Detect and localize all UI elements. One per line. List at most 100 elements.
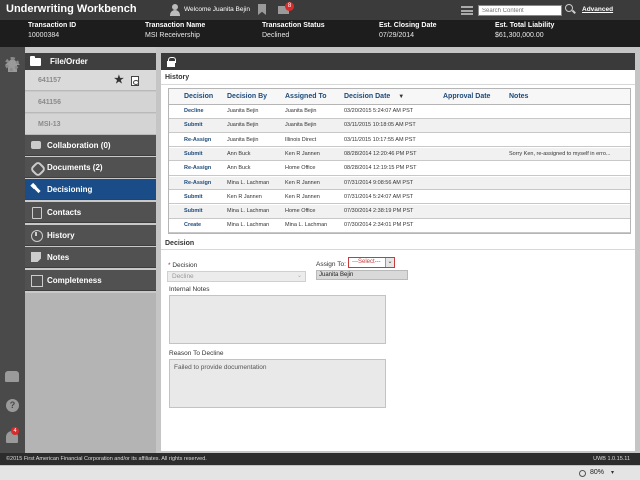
- sidebar: File/Order 641157 ★ 641156 MSI-13 Collab…: [25, 47, 156, 453]
- sidebar-empty-area: [25, 293, 156, 453]
- cell-assigned-to: Juanita Bejin: [285, 122, 317, 129]
- sidebar-item-notes[interactable]: Notes: [25, 247, 156, 268]
- folder-icon: [30, 55, 41, 66]
- decision-title: Decision: [165, 240, 195, 247]
- history-title: History: [165, 74, 190, 81]
- column-header-decision-by[interactable]: Decision By: [227, 89, 267, 105]
- bookmark-icon[interactable]: [258, 4, 266, 15]
- transaction-status: Transaction Status Declined: [262, 22, 325, 39]
- top-bar: Underwriting Workbench Welcome Juanita B…: [0, 0, 640, 20]
- transaction-id-label: Transaction ID: [28, 22, 77, 29]
- sidebar-item-label: Collaboration (0): [47, 140, 111, 150]
- cell-decision: Submit: [184, 122, 203, 129]
- table-row[interactable]: Decline Juanita Bejin Juanita Bejin 03/20/2…: [169, 105, 630, 119]
- divider: [161, 84, 635, 85]
- order-item[interactable]: MSI-13: [25, 114, 156, 135]
- cell-decision-date: 08/28/2014 12:20:46 PM PST: [344, 150, 417, 157]
- footer: ©2015 First American Financial Corporati…: [0, 453, 640, 465]
- icon-strip: ? 4: [0, 47, 25, 453]
- phone-icon[interactable]: [5, 371, 19, 382]
- total-liability-label: Est. Total Liability: [495, 22, 555, 29]
- order-number: 641156: [38, 99, 61, 106]
- decision-label-text: Decision: [172, 262, 198, 269]
- column-header-assigned-to[interactable]: Assigned To: [285, 89, 326, 105]
- advanced-search-link[interactable]: Advanced: [582, 6, 613, 13]
- transaction-status-label: Transaction Status: [262, 22, 325, 29]
- chevron-down-icon: ⌄: [296, 273, 302, 279]
- internal-notes-label: Internal Notes: [169, 286, 210, 293]
- table-row[interactable]: Re-Assign Juanita Bejin Illinois Direct 03/…: [169, 134, 630, 148]
- cell-assigned-to: Ken R Jannen: [285, 179, 320, 186]
- column-header-decision-date[interactable]: Decision Date ▼: [344, 89, 404, 105]
- cell-decision: Re-Assign: [184, 179, 212, 186]
- sidebar-item-completeness[interactable]: Completeness: [25, 270, 156, 291]
- help-icon[interactable]: ?: [6, 399, 19, 412]
- sidebar-item-label: Notes: [47, 252, 70, 262]
- clock-icon: [31, 230, 43, 242]
- reason-to-decline-label: Reason To Decline: [169, 350, 224, 357]
- sidebar-item-collaboration[interactable]: Collaboration (0): [25, 135, 156, 156]
- closing-date-value: 07/29/2014: [379, 32, 415, 39]
- internal-notes-field[interactable]: [169, 295, 386, 344]
- table-row[interactable]: Submit Mina L. Lachman Home Office 07/30/20…: [169, 205, 630, 219]
- table-row[interactable]: Submit Ann Buck Ken R Jannen 08/28/2014 12:…: [169, 147, 630, 162]
- cell-decision-by: Ken R Jannen: [227, 193, 262, 200]
- table-row[interactable]: Re-Assign Ann Buck Home Office 08/28/2014 1…: [169, 162, 630, 176]
- version-text: UWB 1.0.15.11: [593, 456, 630, 462]
- order-item[interactable]: 641156: [25, 92, 156, 113]
- column-header-notes[interactable]: Notes: [509, 89, 528, 105]
- cell-assigned-to: Home Office: [285, 208, 316, 215]
- total-liability: Est. Total Liability $61,300,000.00: [495, 22, 554, 39]
- decision-select[interactable]: Decline ⌄: [167, 271, 306, 282]
- menu-grid-icon[interactable]: [461, 6, 473, 15]
- search-icon[interactable]: [565, 4, 573, 12]
- cell-decision-by: Ann Buck: [227, 150, 251, 157]
- mail-count-badge: 8: [285, 2, 294, 11]
- file-order-label: File/Order: [50, 57, 88, 66]
- table-row[interactable]: Submit Juanita Bejin Juanita Bejin 03/11/20…: [169, 119, 630, 133]
- search-input[interactable]: [478, 5, 562, 16]
- zoom-level[interactable]: 80%: [590, 469, 604, 476]
- document-icon[interactable]: [131, 76, 139, 86]
- decision-field-label: * Decision: [168, 262, 197, 269]
- cell-decision-by: Juanita Bejin: [227, 136, 259, 143]
- table-row[interactable]: Submit Ken R Jannen Ken R Jannen 07/31/2014…: [169, 191, 630, 205]
- unlock-icon[interactable]: [167, 57, 176, 67]
- sidebar-item-documents[interactable]: Documents (2): [25, 157, 156, 178]
- zoom-icon[interactable]: [579, 470, 586, 477]
- order-item[interactable]: 641157 ★: [25, 70, 156, 91]
- browser-status-bar: 80% ▾: [0, 465, 640, 480]
- file-order-header[interactable]: File/Order: [25, 53, 156, 70]
- table-row[interactable]: Re-Assign Mina L. Lachman Ken R Jannen 07/3…: [169, 176, 630, 191]
- total-liability-value: $61,300,000.00: [495, 32, 544, 39]
- cell-decision-date: 03/11/2015 10:17:55 AM PST: [344, 136, 416, 143]
- cell-decision-by: Mina L. Lachman: [227, 222, 270, 229]
- app-title: Underwriting Workbench: [6, 3, 137, 15]
- contacts-icon: [31, 207, 42, 219]
- cell-notes: Sorry Ken, re-assigned to myself in erro…: [509, 150, 611, 157]
- chevron-down-icon[interactable]: ▾: [611, 469, 614, 476]
- reason-to-decline-field[interactable]: Failed to provide documentation: [169, 359, 386, 408]
- cell-decision: Create: [184, 222, 202, 229]
- order-number: MSI-13: [38, 121, 61, 128]
- assign-to-select[interactable]: ---Select--- ⌄: [348, 257, 395, 268]
- settings-gear-icon[interactable]: [5, 57, 19, 71]
- chevron-down-icon: ⌄: [385, 258, 394, 267]
- column-header-approval-date[interactable]: Approval Date: [443, 89, 490, 105]
- user-icon[interactable]: [170, 4, 180, 16]
- sidebar-item-history[interactable]: History: [25, 225, 156, 246]
- star-icon[interactable]: ★: [114, 70, 124, 91]
- column-header-decision[interactable]: Decision: [184, 89, 213, 105]
- table-row[interactable]: Create Mina L. Lachman Mina L. Lachman 07/3…: [169, 219, 630, 233]
- sidebar-item-decisioning[interactable]: Decisioning: [25, 179, 156, 200]
- sidebar-item-label: History: [47, 230, 75, 240]
- sidebar-item-label: Documents (2): [47, 162, 103, 172]
- transaction-id: Transaction ID 10000384: [28, 22, 76, 39]
- transaction-name: Transaction Name MSI Receivership: [145, 22, 205, 39]
- notification-count-badge: 4: [11, 427, 19, 435]
- transaction-header: Transaction ID 10000384 Transaction Name…: [0, 20, 640, 47]
- chat-icon: [31, 140, 41, 150]
- table-header-row: Decision Decision By Assigned To Decisio…: [169, 89, 630, 105]
- sidebar-item-label: Completeness: [47, 275, 102, 285]
- sidebar-item-contacts[interactable]: Contacts: [25, 202, 156, 223]
